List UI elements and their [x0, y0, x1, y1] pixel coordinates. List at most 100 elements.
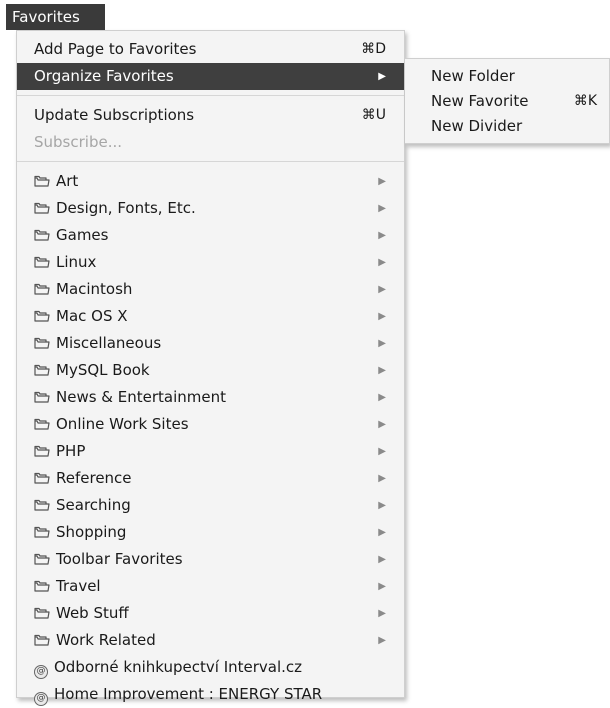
submenu-item-label: New Favorite — [431, 92, 529, 110]
submenu-arrow-icon: ▶ — [378, 257, 386, 268]
submenu-arrow-icon: ▶ — [378, 581, 386, 592]
folder-icon — [34, 445, 50, 457]
folder-icon — [34, 526, 50, 538]
submenu-arrow-icon: ▶ — [378, 71, 386, 82]
shortcut-label: ⌘K — [573, 93, 597, 109]
menu-item-folder[interactable]: Linux ▶ — [17, 249, 404, 276]
menu-item-folder[interactable]: Art ▶ — [17, 168, 404, 195]
submenu-arrow-icon: ▶ — [378, 203, 386, 214]
submenu-arrow-icon: ▶ — [378, 554, 386, 565]
submenu-arrow-icon: ▶ — [378, 527, 386, 538]
folder-icon — [34, 634, 50, 646]
menu-item-label: Add Page to Favorites — [34, 40, 197, 58]
submenu-arrow-icon: ▶ — [378, 608, 386, 619]
menu-item-folder[interactable]: Web Stuff ▶ — [17, 600, 404, 627]
shortcut-label: ⌘D — [361, 41, 386, 57]
submenu-arrow-icon: ▶ — [378, 338, 386, 349]
menu-item-label: News & Entertainment — [56, 388, 227, 406]
folder-icon — [34, 607, 50, 619]
menu-item-bookmark[interactable]: @ Home Improvement : ENERGY STAR — [17, 681, 404, 708]
menu-item-folder[interactable]: Searching ▶ — [17, 492, 404, 519]
bookmark-list: @ Odborné knihkupectví Interval.cz @ Home I… — [17, 654, 404, 708]
folder-icon — [34, 202, 50, 214]
menu-item-label: Odborné knihkupectví Interval.cz — [54, 658, 303, 676]
menu-item-label: Toolbar Favorites — [56, 550, 183, 568]
menu-item-folder[interactable]: Work Related ▶ — [17, 627, 404, 654]
folder-icon — [34, 229, 50, 241]
submenu-arrow-icon: ▶ — [378, 284, 386, 295]
submenu-arrow-icon: ▶ — [378, 176, 386, 187]
menu-item-folder[interactable]: Miscellaneous ▶ — [17, 330, 404, 357]
menu-item-folder[interactable]: Travel ▶ — [17, 573, 404, 600]
menu-item-label: Online Work Sites — [56, 415, 189, 433]
menu-item-add-page-to-favorites[interactable]: Add Page to Favorites ⌘D — [17, 36, 404, 63]
submenu-arrow-icon: ▶ — [378, 365, 386, 376]
menu-item-label: Work Related — [56, 631, 156, 649]
menu-item-subscribe: Subscribe... — [17, 129, 404, 156]
menu-item-label: PHP — [56, 442, 86, 460]
menu-item-organize-favorites[interactable]: Organize Favorites ▶ — [17, 63, 404, 90]
bookmark-globe-icon: @ — [34, 692, 48, 706]
menu-item-label: Miscellaneous — [56, 334, 162, 352]
menu-item-label: Subscribe... — [34, 133, 123, 151]
menu-item-bookmark[interactable]: @ Odborné knihkupectví Interval.cz — [17, 654, 404, 681]
submenu-arrow-icon: ▶ — [378, 446, 386, 457]
menu-item-folder[interactable]: News & Entertainment ▶ — [17, 384, 404, 411]
folder-icon — [34, 472, 50, 484]
menu-item-folder[interactable]: Macintosh ▶ — [17, 276, 404, 303]
folder-icon — [34, 256, 50, 268]
menu-separator — [17, 156, 404, 168]
folder-icon — [34, 283, 50, 295]
folder-icon — [34, 580, 50, 592]
menu-item-update-subscriptions[interactable]: Update Subscriptions ⌘U — [17, 102, 404, 129]
menu-item-label: Update Subscriptions — [34, 106, 195, 124]
submenu-item-new-divider[interactable]: New Divider — [405, 114, 609, 139]
menu-item-label: Web Stuff — [56, 604, 129, 622]
submenu-item-label: New Folder — [431, 67, 515, 85]
menu-item-folder[interactable]: Shopping ▶ — [17, 519, 404, 546]
folder-icon — [34, 391, 50, 403]
menu-item-label: Shopping — [56, 523, 127, 541]
menu-item-folder[interactable]: Mac OS X ▶ — [17, 303, 404, 330]
submenu-arrow-icon: ▶ — [378, 230, 386, 241]
menu-item-label: Macintosh — [56, 280, 133, 298]
folder-list: Art ▶ Design, Fonts, Etc. ▶ Games ▶ Linux ▶ Maci… — [17, 168, 404, 654]
favorites-dropdown-menu: Add Page to Favorites ⌘D Organize Favori… — [16, 30, 405, 706]
submenu-arrow-icon: ▶ — [378, 635, 386, 646]
folder-icon — [34, 364, 50, 376]
submenu-item-new-folder[interactable]: New Folder — [405, 64, 609, 89]
submenu-item-label: New Divider — [431, 117, 523, 135]
menu-item-label: Games — [56, 226, 109, 244]
folder-icon — [34, 337, 50, 349]
menu-item-label: MySQL Book — [56, 361, 150, 379]
submenu-arrow-icon: ▶ — [378, 311, 386, 322]
menu-item-label: Searching — [56, 496, 131, 514]
submenu-arrow-icon: ▶ — [378, 419, 386, 430]
menu-item-label: Mac OS X — [56, 307, 128, 325]
menu-item-folder[interactable]: PHP ▶ — [17, 438, 404, 465]
menu-item-folder[interactable]: MySQL Book ▶ — [17, 357, 404, 384]
menu-item-label: Design, Fonts, Etc. — [56, 199, 196, 217]
menu-separator — [17, 90, 404, 102]
menu-item-folder[interactable]: Toolbar Favorites ▶ — [17, 546, 404, 573]
menu-item-label: Travel — [56, 577, 101, 595]
menu-item-label: Reference — [56, 469, 132, 487]
menu-item-folder[interactable]: Reference ▶ — [17, 465, 404, 492]
menu-item-label: Art — [56, 172, 79, 190]
submenu-item-new-favorite[interactable]: New Favorite ⌘K — [405, 89, 609, 114]
menu-item-folder[interactable]: Design, Fonts, Etc. ▶ — [17, 195, 404, 222]
menu-item-label: Linux — [56, 253, 97, 271]
shortcut-label: ⌘U — [361, 107, 386, 123]
folder-icon — [34, 499, 50, 511]
menu-item-folder[interactable]: Online Work Sites ▶ — [17, 411, 404, 438]
bookmark-globe-icon: @ — [34, 665, 48, 679]
organize-favorites-submenu: New Folder New Favorite ⌘K New Divider — [405, 58, 610, 144]
menu-item-folder[interactable]: Games ▶ — [17, 222, 404, 249]
folder-icon — [34, 175, 50, 187]
menu-item-label: Home Improvement : ENERGY STAR — [54, 685, 323, 703]
submenu-arrow-icon: ▶ — [378, 473, 386, 484]
favorites-menu-title[interactable]: Favorites — [6, 4, 105, 30]
menu-item-label: Organize Favorites — [34, 67, 174, 85]
submenu-arrow-icon: ▶ — [378, 392, 386, 403]
folder-icon — [34, 310, 50, 322]
